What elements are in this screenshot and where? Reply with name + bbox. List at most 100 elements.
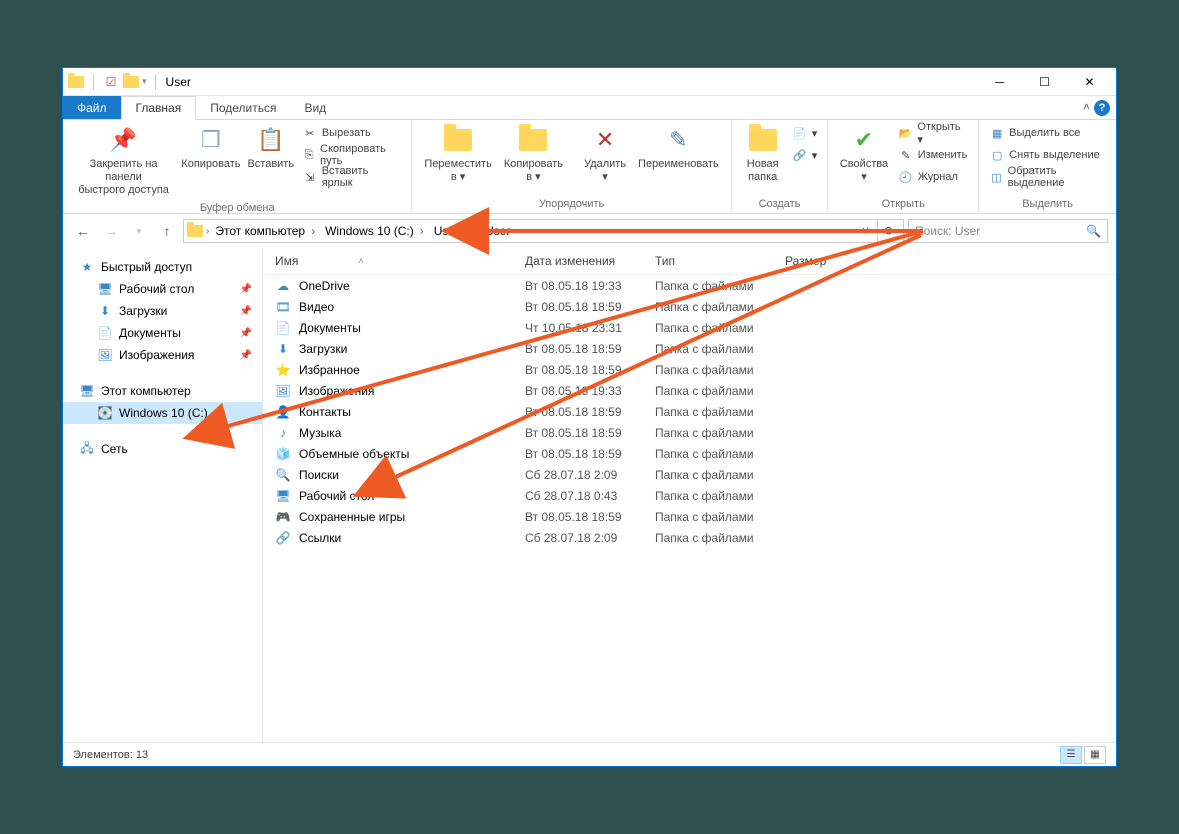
nav-quick-item[interactable]: ⬇Загрузки📌 (63, 300, 262, 322)
3d-icon: 🧊 (275, 446, 291, 462)
nav-quick-item[interactable]: 📄Документы📌 (63, 322, 262, 344)
file-row[interactable]: 🔗СсылкиСб 28.07.18 2:09Папка с файлами (263, 527, 1116, 548)
address-bar[interactable]: › Этот компьютер Windows 10 (C:) Users U… (183, 219, 904, 243)
pin-icon: 📌 (240, 306, 252, 317)
window-title: User (166, 75, 191, 89)
rename-icon: ✎ (662, 124, 694, 156)
easyaccess-button[interactable]: 🔗▾ (788, 144, 822, 166)
desktop-icon: 🖥 (275, 488, 291, 504)
file-row[interactable]: ⬇ЗагрузкиВт 08.05.18 18:59Папка с файлам… (263, 338, 1116, 359)
file-row[interactable]: 🖥Рабочий столСб 28.07.18 0:43Папка с фай… (263, 485, 1116, 506)
copy-icon: ❐ (195, 124, 227, 156)
copypath-button[interactable]: ⎘Скопировать путь (298, 144, 406, 166)
selectinvert-button[interactable]: ◫Обратить выделение (985, 166, 1110, 188)
group-select-label: Выделить (985, 196, 1110, 213)
rename-button[interactable]: ✎Переименовать (632, 122, 725, 173)
desktop-icon: 🖥 (97, 281, 113, 297)
selectall-icon: ▦ (989, 125, 1005, 141)
breadcrumb-item[interactable]: Этот компьютер (211, 220, 319, 242)
links-icon: 🔗 (275, 530, 291, 546)
breadcrumb-item[interactable]: Windows 10 (C:) (321, 220, 428, 242)
ribbon-collapse-icon[interactable]: ˄ (1083, 100, 1090, 114)
file-row[interactable]: 🖼ИзображенияВт 08.05.18 19:33Папка с фай… (263, 380, 1116, 401)
pin-quickaccess-button[interactable]: 📌 Закрепить на панели быстрого доступа (69, 122, 178, 200)
file-row[interactable]: 🎞ВидеоВт 08.05.18 18:59Папка с файлами (263, 296, 1116, 317)
pin-icon: 📌 (240, 328, 252, 339)
tab-share[interactable]: Поделиться (196, 96, 290, 119)
contacts-icon: 👤 (275, 404, 291, 420)
folder-icon (186, 222, 204, 240)
edit-button[interactable]: ✎Изменить (894, 144, 972, 166)
tab-file[interactable]: Файл (63, 96, 121, 119)
view-details-button[interactable]: ☰ (1060, 746, 1082, 764)
tab-view[interactable]: Вид (290, 96, 340, 119)
history-button[interactable]: 🕘Журнал (894, 166, 972, 188)
sort-indicator-icon: ˄ (358, 256, 363, 266)
star-icon: ★ (79, 259, 95, 275)
maximize-button[interactable]: ☐ (1022, 68, 1067, 96)
search-placeholder: Поиск: User (915, 224, 1086, 238)
close-button[interactable]: ✕ (1067, 68, 1112, 96)
properties-button[interactable]: ✔Свойства ▾ (834, 122, 894, 186)
nav-thispc[interactable]: 🖥Этот компьютер (63, 380, 262, 402)
nav-back-button[interactable]: ← (71, 219, 95, 243)
help-icon[interactable]: ? (1094, 100, 1110, 116)
file-row[interactable]: 🎮Сохраненные игрыВт 08.05.18 18:59Папка … (263, 506, 1116, 527)
delete-button[interactable]: ✕Удалить ▾ (578, 122, 632, 186)
history-icon: 🕘 (898, 169, 914, 185)
pastelink-button[interactable]: ⇲Вставить ярлык (298, 166, 406, 188)
file-row[interactable]: 🔍ПоискиСб 28.07.18 2:09Папка с файлами (263, 464, 1116, 485)
column-headers[interactable]: Имя˄ Дата изменения Тип Размер (263, 248, 1116, 275)
copyto-button[interactable]: Копировать в ▾ (498, 122, 569, 186)
open-button[interactable]: 📂Открыть ▾ (894, 122, 972, 144)
nav-drive-c[interactable]: 💽Windows 10 (C:) (63, 402, 262, 424)
qat-dropdown-icon[interactable]: ▾ (142, 76, 147, 87)
group-new-label: Создать (738, 196, 822, 213)
pictures-icon: 🖼 (97, 347, 113, 363)
qat-folder-icon[interactable] (122, 73, 140, 91)
scissors-icon: ✂ (302, 125, 318, 141)
selectinvert-icon: ◫ (989, 169, 1003, 185)
selectall-button[interactable]: ▦Выделить все (985, 122, 1110, 144)
nav-quick-item[interactable]: 🖼Изображения📌 (63, 344, 262, 366)
nav-recent-button[interactable]: ▾ (127, 219, 151, 243)
newfolder-button[interactable]: Новая папка (738, 122, 788, 186)
pin-icon: 📌 (108, 124, 140, 156)
documents-icon: 📄 (275, 320, 291, 336)
breadcrumb-item[interactable]: Users (430, 220, 479, 242)
selectnone-button[interactable]: ▢Снять выделение (985, 144, 1110, 166)
paste-icon: 📋 (255, 124, 287, 156)
file-row[interactable]: ☁OneDriveВт 08.05.18 19:33Папка с файлам… (263, 275, 1116, 296)
nav-network[interactable]: 🖧Сеть (63, 438, 262, 460)
nav-forward-button[interactable]: → (99, 219, 123, 243)
cut-button[interactable]: ✂Вырезать (298, 122, 406, 144)
qat-checkbox-icon[interactable]: ☑ (102, 73, 120, 91)
pin-icon: 📌 (240, 350, 252, 361)
nav-quick-item[interactable]: 🖥Рабочий стол📌 (63, 278, 262, 300)
file-row[interactable]: ⭐ИзбранноеВт 08.05.18 18:59Папка с файла… (263, 359, 1116, 380)
refresh-button[interactable]: ⟳ (877, 220, 901, 242)
tab-home[interactable]: Главная (121, 96, 197, 120)
explorer-window: ☑ ▾ User ─ ☐ ✕ Файл Главная Поделиться В… (62, 67, 1117, 767)
breadcrumb-item[interactable]: User (481, 220, 520, 242)
easyaccess-icon: 🔗 (792, 147, 808, 163)
file-row[interactable]: 👤КонтактыВт 08.05.18 18:59Папка с файлам… (263, 401, 1116, 422)
moveto-button[interactable]: Переместить в ▾ (418, 122, 497, 186)
properties-icon: ✔ (848, 124, 880, 156)
nav-up-button[interactable]: ↑ (155, 219, 179, 243)
paste-button[interactable]: 📋 Вставить (244, 122, 298, 173)
file-row[interactable]: 📄ДокументыЧт 10.05.18 23:31Папка с файла… (263, 317, 1116, 338)
addr-dropdown-icon[interactable]: ˅ (856, 224, 875, 238)
copy-button[interactable]: ❐ Копировать (178, 122, 244, 173)
search-input[interactable]: Поиск: User 🔍 (908, 219, 1108, 243)
file-row[interactable]: ♪МузыкаВт 08.05.18 18:59Папка с файлами (263, 422, 1116, 443)
minimize-button[interactable]: ─ (977, 68, 1022, 96)
view-icons-button[interactable]: ▦ (1084, 746, 1106, 764)
open-icon: 📂 (898, 125, 914, 141)
video-icon: 🎞 (275, 299, 291, 315)
folder-icon (67, 73, 85, 91)
file-row[interactable]: 🧊Объемные объектыВт 08.05.18 18:59Папка … (263, 443, 1116, 464)
newitem-button[interactable]: 📄▾ (788, 122, 822, 144)
nav-quickaccess[interactable]: ★Быстрый доступ (63, 256, 262, 278)
newitem-icon: 📄 (792, 125, 808, 141)
